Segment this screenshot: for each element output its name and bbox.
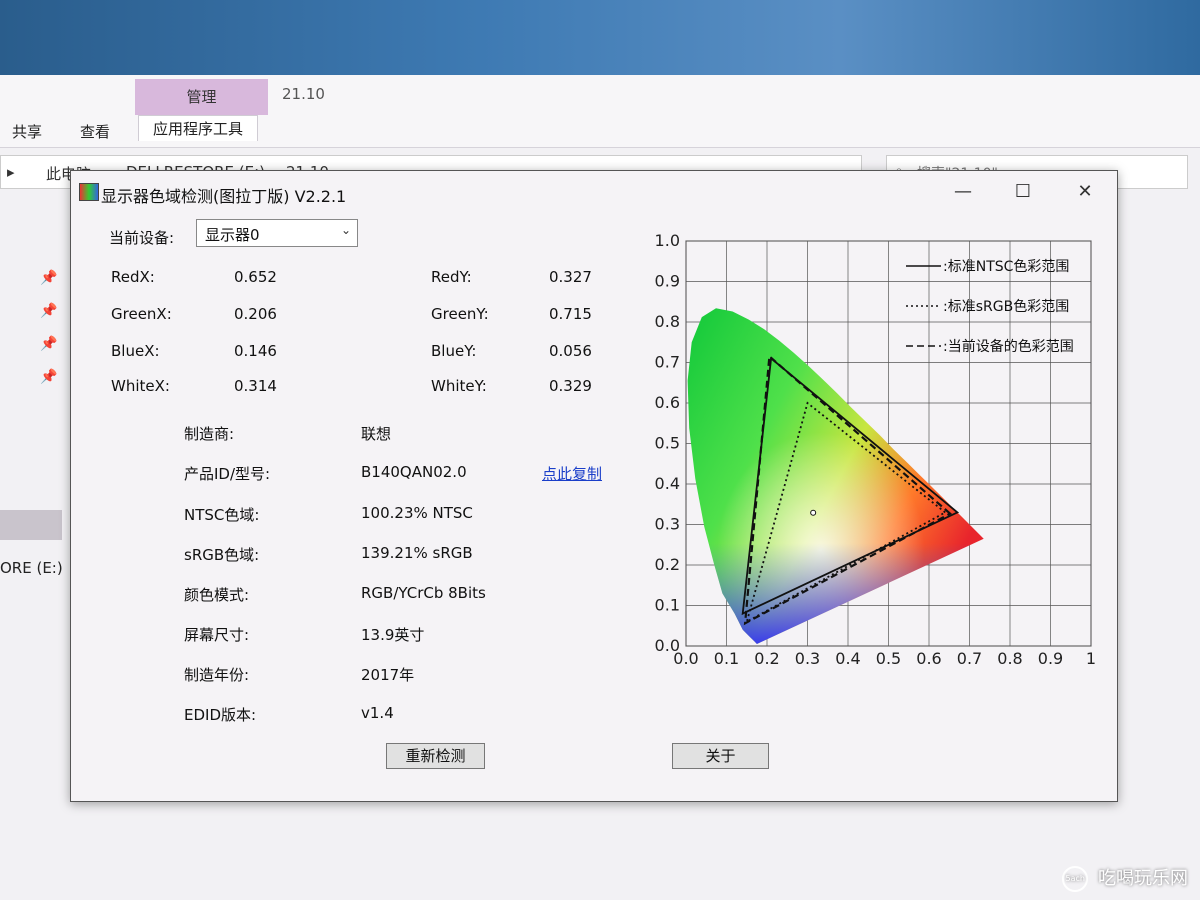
x-tick-label: 0.5 — [876, 649, 901, 668]
x-tick-label: 0.9 — [1038, 649, 1063, 668]
red-x-value: 0.652 — [234, 268, 277, 286]
x-tick-label: 0.4 — [835, 649, 860, 668]
white-y-label: WhiteY: — [431, 377, 487, 395]
edid-version-label: EDID版本: — [184, 706, 257, 724]
manufacture-year-value: 2017年 — [361, 666, 415, 684]
white-point-marker — [810, 509, 817, 516]
ribbon-folder-title: 21.10 — [282, 85, 325, 103]
folder-icon: ▸ — [7, 163, 15, 181]
product-id-value: B140QAN02.0 — [361, 463, 467, 481]
watermark: 5ach 吃喝玩乐网 — [1062, 864, 1188, 892]
pin-icon[interactable]: 📌 — [40, 336, 57, 352]
minimize-button[interactable]: — — [943, 179, 983, 205]
product-id-label: 产品ID/型号: — [184, 465, 271, 483]
redetect-button[interactable]: 重新检测 — [386, 743, 485, 769]
green-x-label: GreenX: — [111, 305, 172, 323]
watermark-text: 吃喝玩乐网 — [1098, 868, 1188, 889]
copy-link[interactable]: 点此复制 — [542, 463, 602, 484]
chevron-down-icon: ⌄ — [340, 223, 351, 237]
y-tick-label: 0.2 — [655, 555, 680, 574]
maximize-button[interactable]: ☐ — [1003, 179, 1043, 205]
y-tick-label: 0.5 — [655, 434, 680, 453]
x-tick-label: 1 — [1086, 649, 1096, 668]
screen-size-label: 屏幕尺寸: — [184, 626, 250, 644]
ribbon: 管理 21.10 共享 查看 应用程序工具 — [0, 75, 1200, 148]
ntsc-gamut-label: NTSC色域: — [184, 506, 260, 524]
y-tick-label: 0.6 — [655, 393, 680, 412]
manufacture-year-label: 制造年份: — [184, 666, 250, 684]
y-tick-label: 0.0 — [655, 636, 680, 655]
device-select-value: 显示器0 — [205, 226, 260, 244]
app-icon — [79, 183, 99, 201]
context-tab-manage[interactable]: 管理 — [135, 86, 268, 107]
device-label: 当前设备: — [109, 229, 175, 247]
dialog-title: 显示器色域检测(图拉丁版) V2.2.1 — [101, 187, 347, 206]
pin-icon[interactable]: 📌 — [40, 303, 57, 319]
blue-x-value: 0.146 — [234, 342, 277, 360]
color-mode-value: RGB/YCrCb 8Bits — [361, 584, 486, 602]
title-bar[interactable]: 显示器色域检测(图拉丁版) V2.2.1 — ☐ ✕ — [71, 171, 1117, 213]
edid-version-value: v1.4 — [361, 704, 394, 722]
tab-view[interactable]: 查看 — [80, 121, 110, 142]
white-x-label: WhiteX: — [111, 377, 170, 395]
sidebar-drive-label[interactable]: ORE (E:) — [0, 559, 63, 577]
green-x-value: 0.206 — [234, 305, 277, 323]
blue-y-value: 0.056 — [549, 342, 592, 360]
y-tick-label: 0.7 — [655, 353, 680, 372]
device-select[interactable]: 显示器0 ⌄ — [196, 219, 358, 247]
tab-share[interactable]: 共享 — [12, 121, 42, 142]
close-button[interactable]: ✕ — [1065, 179, 1105, 205]
white-y-value: 0.329 — [549, 377, 592, 395]
manufacturer-value: 联想 — [361, 425, 392, 443]
ntsc-gamut-value: 100.23% NTSC — [361, 504, 473, 522]
gamut-dialog: 显示器色域检测(图拉丁版) V2.2.1 — ☐ ✕ 当前设备: 显示器0 ⌄ … — [70, 170, 1118, 802]
tab-app-tools[interactable]: 应用程序工具 — [138, 115, 259, 141]
white-x-value: 0.314 — [234, 377, 277, 395]
y-tick-label: 1.0 — [655, 231, 680, 250]
x-tick-label: 0.1 — [714, 649, 739, 668]
y-tick-label: 0.4 — [655, 474, 680, 493]
x-tick-label: 0.7 — [957, 649, 982, 668]
cie-chromaticity-chart: 0.0 0.1 0.2 0.3 0.4 0.5 0.6 0.7 0.8 0.9 10.00.10.2… — [655, 231, 1097, 668]
legend-label: :标准NTSC色彩范围 — [943, 258, 1069, 275]
srgb-gamut-label: sRGB色域: — [184, 546, 260, 564]
manufacturer-label: 制造商: — [184, 425, 235, 443]
red-y-value: 0.327 — [549, 268, 592, 286]
legend-label: :当前设备的色彩范围 — [943, 338, 1074, 355]
x-tick-label: 0.6 — [916, 649, 941, 668]
srgb-gamut-value: 139.21% sRGB — [361, 544, 473, 562]
green-y-value: 0.715 — [549, 305, 592, 323]
blue-x-label: BlueX: — [111, 342, 160, 360]
color-mode-label: 颜色模式: — [184, 586, 250, 604]
screen-size-value: 13.9英寸 — [361, 626, 425, 644]
green-y-label: GreenY: — [431, 305, 489, 323]
desktop-background — [0, 0, 1200, 75]
x-tick-label: 0.8 — [997, 649, 1022, 668]
pin-icon[interactable]: 📌 — [40, 369, 57, 385]
y-tick-label: 0.9 — [655, 272, 680, 291]
sidebar-selected-item[interactable] — [0, 510, 62, 540]
red-x-label: RedX: — [111, 268, 155, 286]
y-tick-label: 0.1 — [655, 596, 680, 615]
watermark-logo: 5ach — [1062, 866, 1089, 892]
y-tick-label: 0.8 — [655, 312, 680, 331]
x-tick-label: 0.2 — [754, 649, 779, 668]
blue-y-label: BlueY: — [431, 342, 477, 360]
red-y-label: RedY: — [431, 268, 472, 286]
y-tick-label: 0.3 — [655, 515, 680, 534]
about-button[interactable]: 关于 — [672, 743, 769, 769]
pin-icon[interactable]: 📌 — [40, 270, 57, 286]
legend-label: :标准sRGB色彩范围 — [943, 298, 1069, 315]
x-tick-label: 0.3 — [795, 649, 820, 668]
